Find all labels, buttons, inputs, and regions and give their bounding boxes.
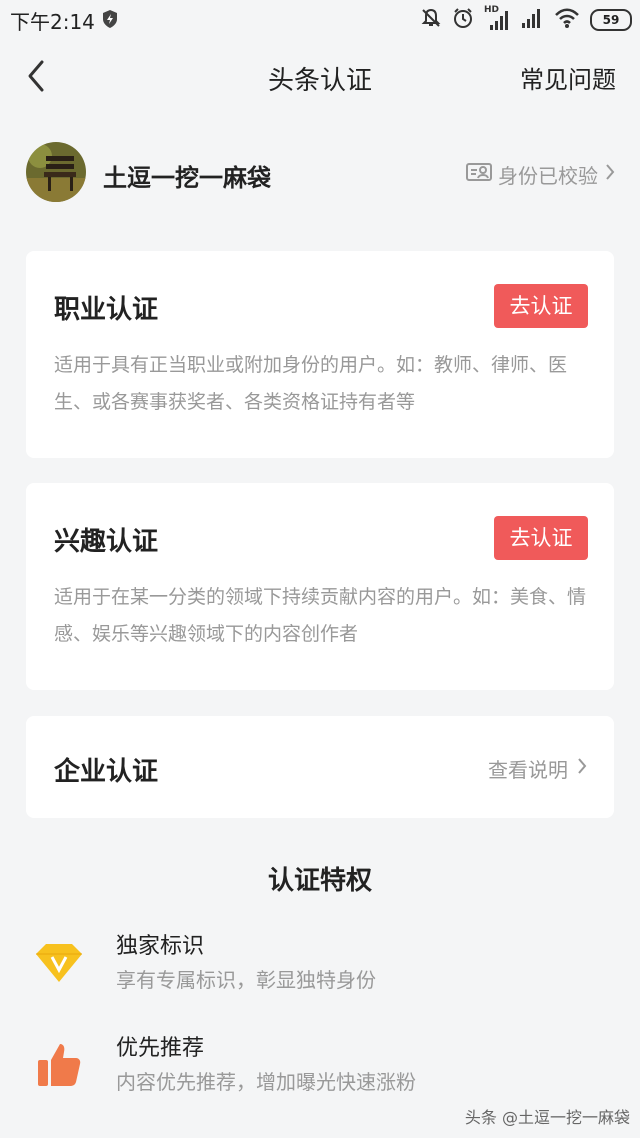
identity-verified-link[interactable]: 身份已校验 bbox=[466, 160, 616, 189]
diamond-v-icon bbox=[34, 938, 84, 988]
shield-icon bbox=[101, 9, 119, 33]
interest-cert-card: 兴趣认证 去认证 适用于在某一分类的领域下持续贡献内容的用户。如：美食、情感、娱… bbox=[26, 483, 614, 690]
status-icons: HD 59 bbox=[420, 5, 632, 33]
privilege-title: 优先推荐 bbox=[116, 1036, 205, 1061]
thumbs-up-icon bbox=[34, 1040, 84, 1090]
chevron-right-icon bbox=[576, 756, 588, 781]
id-card-icon bbox=[466, 162, 492, 187]
watermark: 头条 @土逗一挖一麻袋 bbox=[464, 1108, 630, 1127]
privilege-title: 独家标识 bbox=[116, 934, 205, 959]
mute-bell-icon bbox=[420, 7, 442, 33]
signal-icon: HD bbox=[484, 5, 510, 31]
interest-cert-title: 兴趣认证 bbox=[54, 527, 159, 557]
faq-link[interactable]: 常见问题 bbox=[520, 60, 616, 95]
chevron-right-icon bbox=[604, 162, 616, 187]
wifi-icon bbox=[554, 7, 580, 33]
username: 土逗一挖一麻袋 bbox=[103, 164, 271, 192]
professional-cert-button[interactable]: 去认证 bbox=[494, 284, 588, 328]
avatar[interactable] bbox=[26, 142, 86, 202]
professional-cert-title: 职业认证 bbox=[54, 295, 159, 325]
privilege-desc: 享有专属标识，彰显独特身份 bbox=[116, 968, 376, 992]
view-explanation-label: 查看说明 bbox=[488, 758, 568, 782]
interest-cert-desc: 适用于在某一分类的领域下持续贡献内容的用户。如：美食、情感、娱乐等兴趣领域下的内… bbox=[54, 586, 587, 645]
privilege-desc: 内容优先推荐，增加曝光快速涨粉 bbox=[116, 1070, 416, 1094]
alarm-icon bbox=[452, 7, 474, 33]
interest-cert-button[interactable]: 去认证 bbox=[494, 516, 588, 560]
status-time: 下午2:14 bbox=[10, 10, 95, 34]
professional-cert-desc: 适用于具有正当职业或附加身份的用户。如：教师、律师、医生、或各赛事获奖者、各类资… bbox=[54, 354, 568, 413]
professional-cert-card: 职业认证 去认证 适用于具有正当职业或附加身份的用户。如：教师、律师、医生、或各… bbox=[26, 251, 614, 458]
enterprise-cert-card[interactable]: 企业认证 查看说明 bbox=[26, 716, 614, 818]
privilege-item: 独家标识 享有专属标识，彰显独特身份 bbox=[0, 928, 640, 1018]
nav-bar: 头条认证 常见问题 bbox=[0, 40, 640, 112]
battery-icon: 59 bbox=[590, 9, 632, 31]
enterprise-cert-title: 企业认证 bbox=[54, 757, 159, 787]
profile-row: 土逗一挖一麻袋 身份已校验 bbox=[0, 138, 640, 208]
status-bar: 下午2:14 HD 59 bbox=[0, 0, 640, 40]
privileges-title: 认证特权 bbox=[267, 866, 372, 896]
view-explanation-link[interactable]: 查看说明 bbox=[488, 754, 588, 783]
signal-icon bbox=[520, 7, 544, 33]
verified-label: 身份已校验 bbox=[498, 164, 598, 188]
